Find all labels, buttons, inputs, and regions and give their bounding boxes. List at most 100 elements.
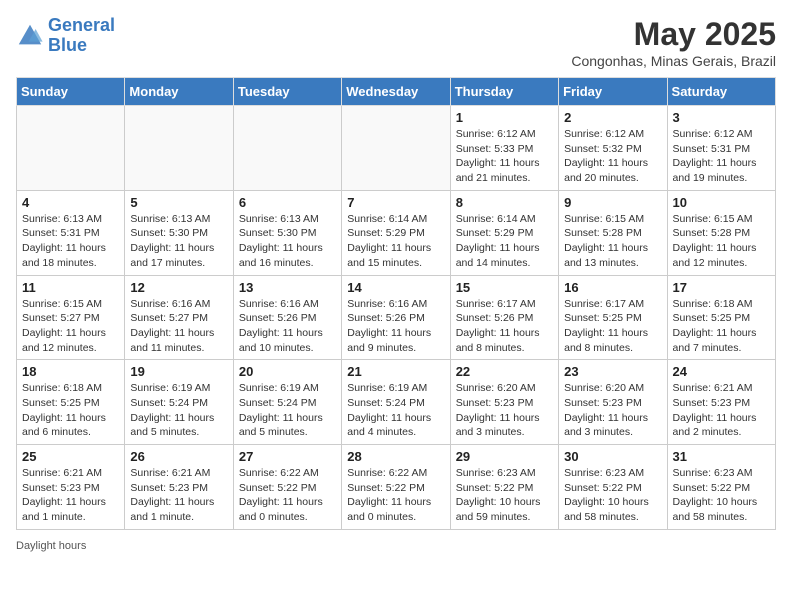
day-number: 8 (456, 195, 553, 210)
calendar-cell: 6 Sunrise: 6:13 AM Sunset: 5:30 PM Daylig… (233, 190, 341, 275)
calendar-cell: 12Sunrise: 6:16 AM Sunset: 5:27 PM Dayli… (125, 275, 233, 360)
calendar-table: SundayMondayTuesdayWednesdayThursdayFrid… (16, 77, 776, 530)
calendar-week-5: 25Sunrise: 6:21 AM Sunset: 5:23 PM Dayli… (17, 445, 776, 530)
day-info: Sunrise: 6:13 AM Sunset: 5:31 PM Dayligh… (22, 212, 119, 271)
calendar-cell: 30 Sunrise: 6:23 AM Sunset: 5:22 PM Dayli… (559, 445, 667, 530)
day-number: 9 (564, 195, 661, 210)
calendar-cell: 10 Sunrise: 6:15 AM Sunset: 5:28 PM Dayli… (667, 190, 775, 275)
day-info: Sunrise: 6:14 AM Sunset: 5:29 PM Dayligh… (456, 212, 553, 271)
day-info: Sunrise: 6:23 AM Sunset: 5:22 PM Dayligh… (673, 466, 770, 525)
day-info: Sunrise: 6:15 AM Sunset: 5:28 PM Dayligh… (564, 212, 661, 271)
day-number: 17 (673, 280, 770, 295)
day-info: Sunrise: 6:19 AM Sunset: 5:24 PM Dayligh… (130, 381, 227, 440)
calendar-cell: 8 Sunrise: 6:14 AM Sunset: 5:29 PM Daylig… (450, 190, 558, 275)
day-number: 24 (673, 364, 770, 379)
day-info: Sunrise: 6:13 AM Sunset: 5:30 PM Dayligh… (239, 212, 336, 271)
calendar-cell: 1 Sunrise: 6:12 AM Sunset: 5:33 PM Daylig… (450, 106, 558, 191)
calendar-cell (125, 106, 233, 191)
calendar-cell (233, 106, 341, 191)
calendar-cell: 24 Sunrise: 6:21 AM Sunset: 5:23 PM Dayli… (667, 360, 775, 445)
calendar-cell: 19 Sunrise: 6:19 AM Sunset: 5:24 PM Dayli… (125, 360, 233, 445)
day-info: Sunrise: 6:18 AM Sunset: 5:25 PM Dayligh… (673, 297, 770, 356)
logo-icon (16, 22, 44, 50)
day-info: Sunrise: 6:19 AM Sunset: 5:24 PM Dayligh… (239, 381, 336, 440)
day-info: Sunrise: 6:21 AM Sunset: 5:23 PM Dayligh… (22, 466, 119, 525)
weekday-header-friday: Friday (559, 78, 667, 106)
calendar-body: 1 Sunrise: 6:12 AM Sunset: 5:33 PM Daylig… (17, 106, 776, 530)
logo-line2: Blue (48, 35, 87, 55)
calendar-cell: 25Sunrise: 6:21 AM Sunset: 5:23 PM Dayli… (17, 445, 125, 530)
day-number: 15 (456, 280, 553, 295)
day-info: Sunrise: 6:22 AM Sunset: 5:22 PM Dayligh… (239, 466, 336, 525)
weekday-header-sunday: Sunday (17, 78, 125, 106)
day-number: 2 (564, 110, 661, 125)
calendar-cell: 11Sunrise: 6:15 AM Sunset: 5:27 PM Dayli… (17, 275, 125, 360)
day-info: Sunrise: 6:12 AM Sunset: 5:31 PM Dayligh… (673, 127, 770, 186)
day-info: Sunrise: 6:16 AM Sunset: 5:26 PM Dayligh… (347, 297, 444, 356)
day-info: Sunrise: 6:12 AM Sunset: 5:33 PM Dayligh… (456, 127, 553, 186)
day-info: Sunrise: 6:20 AM Sunset: 5:23 PM Dayligh… (564, 381, 661, 440)
calendar-cell: 5 Sunrise: 6:13 AM Sunset: 5:30 PM Daylig… (125, 190, 233, 275)
calendar-cell (342, 106, 450, 191)
calendar-cell: 16Sunrise: 6:17 AM Sunset: 5:25 PM Dayli… (559, 275, 667, 360)
day-number: 30 (564, 449, 661, 464)
day-info: Sunrise: 6:23 AM Sunset: 5:22 PM Dayligh… (564, 466, 661, 525)
day-info: Sunrise: 6:17 AM Sunset: 5:26 PM Dayligh… (456, 297, 553, 356)
calendar-cell: 29 Sunrise: 6:23 AM Sunset: 5:22 PM Dayli… (450, 445, 558, 530)
day-number: 22 (456, 364, 553, 379)
day-number: 1 (456, 110, 553, 125)
calendar-cell: 2 Sunrise: 6:12 AM Sunset: 5:32 PM Daylig… (559, 106, 667, 191)
calendar-cell: 21Sunrise: 6:19 AM Sunset: 5:24 PM Dayli… (342, 360, 450, 445)
calendar-cell: 18 Sunrise: 6:18 AM Sunset: 5:25 PM Dayli… (17, 360, 125, 445)
calendar-cell: 20 Sunrise: 6:19 AM Sunset: 5:24 PM Dayli… (233, 360, 341, 445)
day-info: Sunrise: 6:13 AM Sunset: 5:30 PM Dayligh… (130, 212, 227, 271)
calendar-cell: 31Sunrise: 6:23 AM Sunset: 5:22 PM Dayli… (667, 445, 775, 530)
day-number: 29 (456, 449, 553, 464)
day-number: 23 (564, 364, 661, 379)
calendar-cell: 17 Sunrise: 6:18 AM Sunset: 5:25 PM Dayli… (667, 275, 775, 360)
day-info: Sunrise: 6:15 AM Sunset: 5:28 PM Dayligh… (673, 212, 770, 271)
day-info: Sunrise: 6:16 AM Sunset: 5:26 PM Dayligh… (239, 297, 336, 356)
calendar-cell: 3 Sunrise: 6:12 AM Sunset: 5:31 PM Daylig… (667, 106, 775, 191)
calendar-cell: 13Sunrise: 6:16 AM Sunset: 5:26 PM Dayli… (233, 275, 341, 360)
day-info: Sunrise: 6:15 AM Sunset: 5:27 PM Dayligh… (22, 297, 119, 356)
weekday-header-row: SundayMondayTuesdayWednesdayThursdayFrid… (17, 78, 776, 106)
day-info: Sunrise: 6:21 AM Sunset: 5:23 PM Dayligh… (673, 381, 770, 440)
day-number: 20 (239, 364, 336, 379)
day-number: 3 (673, 110, 770, 125)
day-info: Sunrise: 6:22 AM Sunset: 5:22 PM Dayligh… (347, 466, 444, 525)
calendar-week-1: 1 Sunrise: 6:12 AM Sunset: 5:33 PM Daylig… (17, 106, 776, 191)
day-number: 10 (673, 195, 770, 210)
calendar-cell: 27 Sunrise: 6:22 AM Sunset: 5:22 PM Dayli… (233, 445, 341, 530)
day-number: 12 (130, 280, 227, 295)
footer-label: Daylight hours (16, 540, 86, 552)
day-info: Sunrise: 6:17 AM Sunset: 5:25 PM Dayligh… (564, 297, 661, 356)
day-number: 28 (347, 449, 444, 464)
calendar-week-2: 4 Sunrise: 6:13 AM Sunset: 5:31 PM Daylig… (17, 190, 776, 275)
day-number: 19 (130, 364, 227, 379)
day-info: Sunrise: 6:14 AM Sunset: 5:29 PM Dayligh… (347, 212, 444, 271)
day-number: 6 (239, 195, 336, 210)
day-number: 4 (22, 195, 119, 210)
day-number: 5 (130, 195, 227, 210)
day-info: Sunrise: 6:20 AM Sunset: 5:23 PM Dayligh… (456, 381, 553, 440)
day-number: 27 (239, 449, 336, 464)
day-info: Sunrise: 6:23 AM Sunset: 5:22 PM Dayligh… (456, 466, 553, 525)
day-number: 21 (347, 364, 444, 379)
calendar-cell: 14Sunrise: 6:16 AM Sunset: 5:26 PM Dayli… (342, 275, 450, 360)
day-info: Sunrise: 6:12 AM Sunset: 5:32 PM Dayligh… (564, 127, 661, 186)
calendar-week-3: 11Sunrise: 6:15 AM Sunset: 5:27 PM Dayli… (17, 275, 776, 360)
calendar-cell: 4 Sunrise: 6:13 AM Sunset: 5:31 PM Daylig… (17, 190, 125, 275)
weekday-header-tuesday: Tuesday (233, 78, 341, 106)
day-info: Sunrise: 6:18 AM Sunset: 5:25 PM Dayligh… (22, 381, 119, 440)
day-info: Sunrise: 6:21 AM Sunset: 5:23 PM Dayligh… (130, 466, 227, 525)
logo-line1: General (48, 15, 115, 35)
calendar-cell: 26Sunrise: 6:21 AM Sunset: 5:23 PM Dayli… (125, 445, 233, 530)
day-number: 18 (22, 364, 119, 379)
title-block: May 2025 Congonhas, Minas Gerais, Brazil (571, 16, 776, 69)
weekday-header-thursday: Thursday (450, 78, 558, 106)
footer: Daylight hours (16, 540, 776, 552)
month-title: May 2025 (571, 16, 776, 53)
calendar-cell: 9 Sunrise: 6:15 AM Sunset: 5:28 PM Daylig… (559, 190, 667, 275)
weekday-header-monday: Monday (125, 78, 233, 106)
